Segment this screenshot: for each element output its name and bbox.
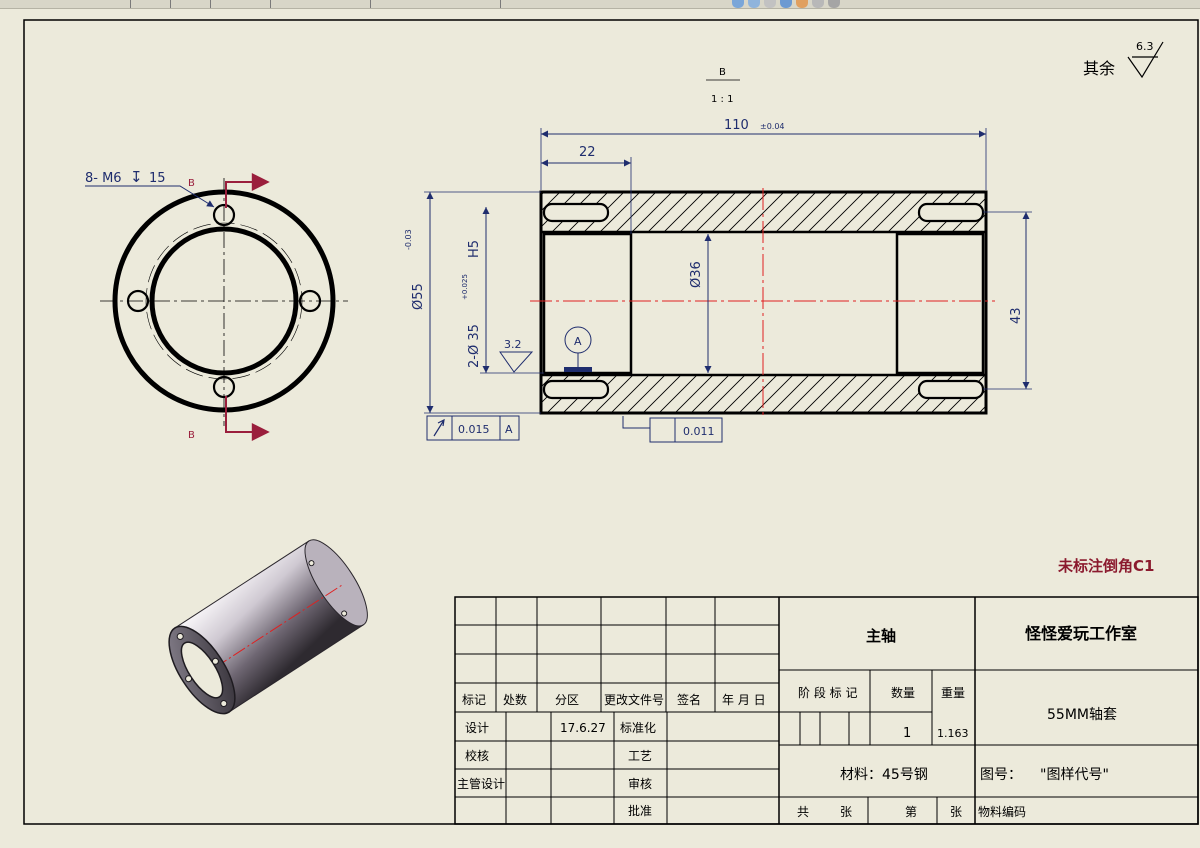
row-design: 设计 xyxy=(465,721,489,735)
counterbore-left xyxy=(542,232,633,375)
header-date: 年 月 日 xyxy=(722,693,766,707)
datum-triangle-base xyxy=(564,367,592,372)
part-name: 主轴 xyxy=(866,627,896,645)
flatness-frame: 0.011 xyxy=(622,416,723,443)
counterbore-right xyxy=(895,232,985,375)
flatness-leader xyxy=(622,416,650,429)
material: 材料：45号钢 xyxy=(840,767,928,783)
row-standardize: 标准化 xyxy=(620,721,656,735)
header-quantity: 数量 xyxy=(891,685,915,700)
thread-hole-callout: 8- M6 xyxy=(85,171,122,186)
id-dim-value: Ø36 xyxy=(689,261,704,288)
runout-datum: A xyxy=(505,423,513,436)
thread-hole-section-tr xyxy=(917,202,985,223)
thread-depth: 15 xyxy=(149,171,166,186)
runout-value: 0.015 xyxy=(458,423,490,436)
drawing-title: 55MM轴套 xyxy=(1047,707,1117,723)
header-change-doc: 更改文件号 xyxy=(604,692,664,707)
surface-finish-general-note: 其余 6.3 xyxy=(1083,40,1164,79)
iso-view xyxy=(168,539,368,715)
header-stage-mark: 阶 段 标 记 xyxy=(798,685,857,700)
flatness-value: 0.011 xyxy=(683,425,715,438)
surface-finish-value: 6.3 xyxy=(1136,40,1154,53)
runout-frame: 0.015 A xyxy=(426,415,520,441)
counterbore-dim-value: 22 xyxy=(579,145,596,160)
thread-hole-section-br xyxy=(917,379,985,400)
bore-tolerance: +0.025 xyxy=(461,274,469,300)
row-process: 工艺 xyxy=(628,749,652,763)
drawing-sheet: 其余 6.3 8- M6 ↧ 15 B B B 1 : 1 110 ±0.04 … xyxy=(23,19,1199,825)
title-block-text: 标记 处数 分区 更改文件号 签名 年 月 日 设计 17.6.27 标准化 校… xyxy=(457,624,1137,819)
drawing-no-label: 图号： xyxy=(980,767,1022,783)
length-dim-value: 110 xyxy=(724,118,749,133)
section-view-scale: 1 : 1 xyxy=(711,94,733,105)
thread-hole-section-bl xyxy=(542,379,610,400)
weight-value: 1.163 xyxy=(937,727,969,740)
row-check: 校核 xyxy=(465,748,489,763)
spacing-dim-value: 43 xyxy=(1009,307,1024,324)
cut-mark-top: B xyxy=(188,178,195,189)
datum-letter: A xyxy=(574,335,582,348)
end-view: 8- M6 ↧ 15 B B xyxy=(85,168,348,441)
sheet-total-a: 共 xyxy=(797,805,809,819)
quantity-value: 1 xyxy=(903,726,911,741)
row-review: 审核 xyxy=(628,776,652,791)
section-view: B 1 : 1 110 ±0.04 22 Ø55 -0.03 2-Ø 35 +0… xyxy=(404,67,1032,443)
sheet-total-b: 张 xyxy=(840,805,852,819)
sheet-no-b: 张 xyxy=(950,805,962,819)
header-mark: 标记 xyxy=(462,693,486,707)
row-chief-design: 主管设计 xyxy=(457,776,505,791)
sheet-no-a: 第 xyxy=(905,805,917,819)
header-zone: 分区 xyxy=(555,693,579,707)
material-code: 物料编码 xyxy=(978,804,1026,819)
row-approve: 批准 xyxy=(628,803,652,818)
bore-fit: H5 xyxy=(467,240,482,258)
depth-symbol: ↧ xyxy=(130,168,143,186)
design-date: 17.6.27 xyxy=(560,721,606,735)
od-tolerance: -0.03 xyxy=(404,229,413,250)
thread-hole-section-tl xyxy=(542,202,610,223)
bore-roughness-symbol xyxy=(499,351,534,373)
header-signature: 签名 xyxy=(677,692,701,707)
od-dim-value: Ø55 xyxy=(411,283,426,310)
bore-dim-value: 2-Ø 35 xyxy=(467,324,482,368)
cut-mark-bottom: B xyxy=(188,430,195,441)
drawing-no-value: "图样代号" xyxy=(1040,767,1109,783)
section-view-label: B xyxy=(719,67,726,78)
company-name: 怪怪爱玩工作室 xyxy=(1025,624,1137,643)
header-count: 处数 xyxy=(503,692,527,707)
rest-surface-label: 其余 xyxy=(1083,59,1115,78)
chamfer-note: 未标注倒角C1 xyxy=(1057,557,1154,575)
runout-icon xyxy=(433,418,445,437)
header-weight: 重量 xyxy=(941,686,965,700)
length-tolerance: ±0.04 xyxy=(760,122,785,131)
bore-roughness-value: 3.2 xyxy=(504,338,522,351)
